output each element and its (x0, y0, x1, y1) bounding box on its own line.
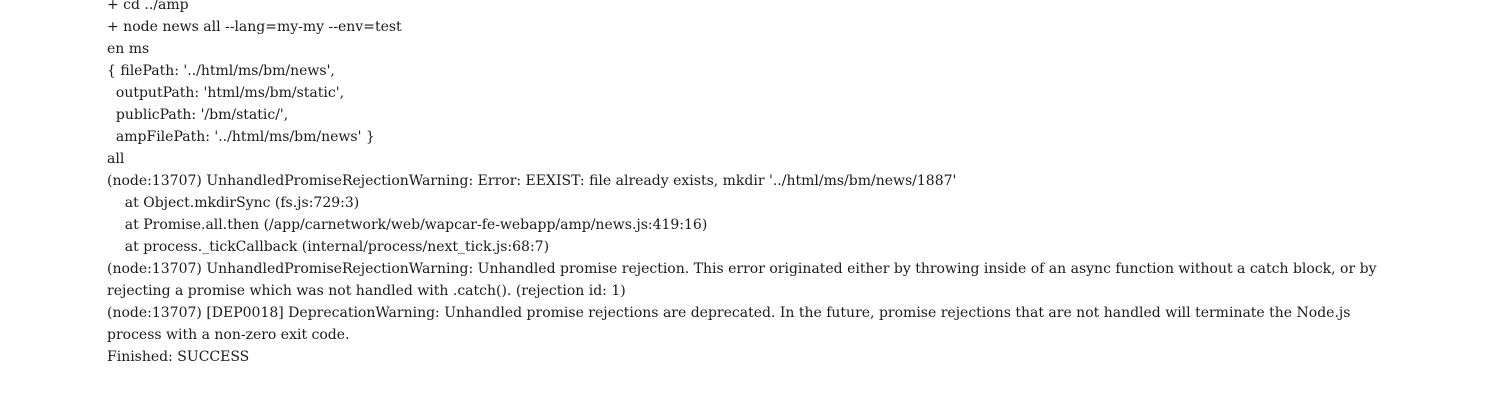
console-line: Finished: SUCCESS (107, 349, 250, 365)
console-line: all (107, 151, 125, 167)
console-line: { filePath: '../html/ms/bm/news', (107, 63, 335, 79)
console-output: + cd ../amp + node news all --lang=my-my… (107, 0, 1487, 368)
console-line: (node:13707) UnhandledPromiseRejectionWa… (107, 261, 1377, 277)
console-line: at process._tickCallback (internal/proce… (107, 239, 550, 255)
console-line: process with a non-zero exit code. (107, 327, 350, 343)
console-line: + node news all --lang=my-my --env=test (107, 19, 402, 35)
console-line: (node:13707) [DEP0018] DeprecationWarnin… (107, 305, 1351, 321)
console-line: at Object.mkdirSync (fs.js:729:3) (107, 195, 360, 211)
console-line: rejecting a promise which was not handle… (107, 283, 626, 299)
console-line: publicPath: '/bm/static/', (107, 107, 289, 123)
console-line: + cd ../amp (107, 0, 189, 13)
console-line: outputPath: 'html/ms/bm/static', (107, 85, 345, 101)
console-line: ampFilePath: '../html/ms/bm/news' } (107, 129, 375, 145)
console-line: (node:13707) UnhandledPromiseRejectionWa… (107, 173, 957, 189)
console-line: en ms (107, 41, 150, 57)
console-line: at Promise.all.then (/app/carnetwork/web… (107, 217, 708, 233)
